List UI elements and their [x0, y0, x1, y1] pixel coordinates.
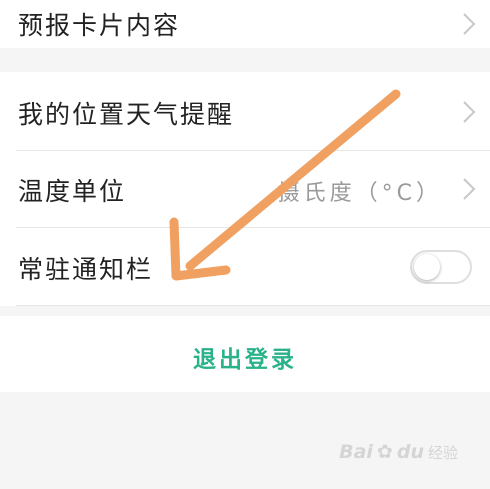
divider [16, 305, 490, 306]
toggle-knob [414, 254, 440, 280]
chevron-right-icon [463, 178, 476, 200]
row-label-location-alert: 我的位置天气提醒 [18, 100, 235, 129]
baidu-watermark: Bai ✿ du 经验 [339, 441, 458, 463]
row-label-forecast-card: 预报卡片内容 [18, 11, 181, 40]
logout-card: 退出登录 [0, 316, 490, 392]
paw-icon: ✿ [376, 441, 393, 463]
chevron-right-icon [463, 13, 476, 35]
row-temperature-unit[interactable]: 温度单位 摄氏度（°C） [0, 151, 490, 227]
row-notification-bar: 常驻通知栏 [0, 228, 490, 306]
temperature-unit-value: 摄氏度（°C） [277, 181, 442, 206]
settings-page: 预报卡片内容 我的位置天气提醒 温度单位 摄氏度（°C） 常驻通知栏 退出登录 … [0, 0, 490, 489]
watermark-logo-bai: Bai [339, 441, 373, 463]
row-forecast-card[interactable]: 预报卡片内容 [0, 0, 490, 48]
chevron-right-icon [463, 101, 476, 123]
logout-button[interactable]: 退出登录 [0, 340, 490, 374]
row-location-alert[interactable]: 我的位置天气提醒 [0, 72, 490, 150]
watermark-text: 经验 [427, 443, 458, 462]
row-label-temperature-unit: 温度单位 [18, 177, 127, 206]
watermark-logo-du: du [396, 441, 424, 463]
settings-card-main: 我的位置天气提醒 温度单位 摄氏度（°C） 常驻通知栏 [0, 72, 490, 306]
row-label-notification-bar: 常驻通知栏 [18, 255, 154, 284]
notification-bar-toggle[interactable] [410, 250, 472, 284]
settings-card-top: 预报卡片内容 [0, 0, 490, 48]
